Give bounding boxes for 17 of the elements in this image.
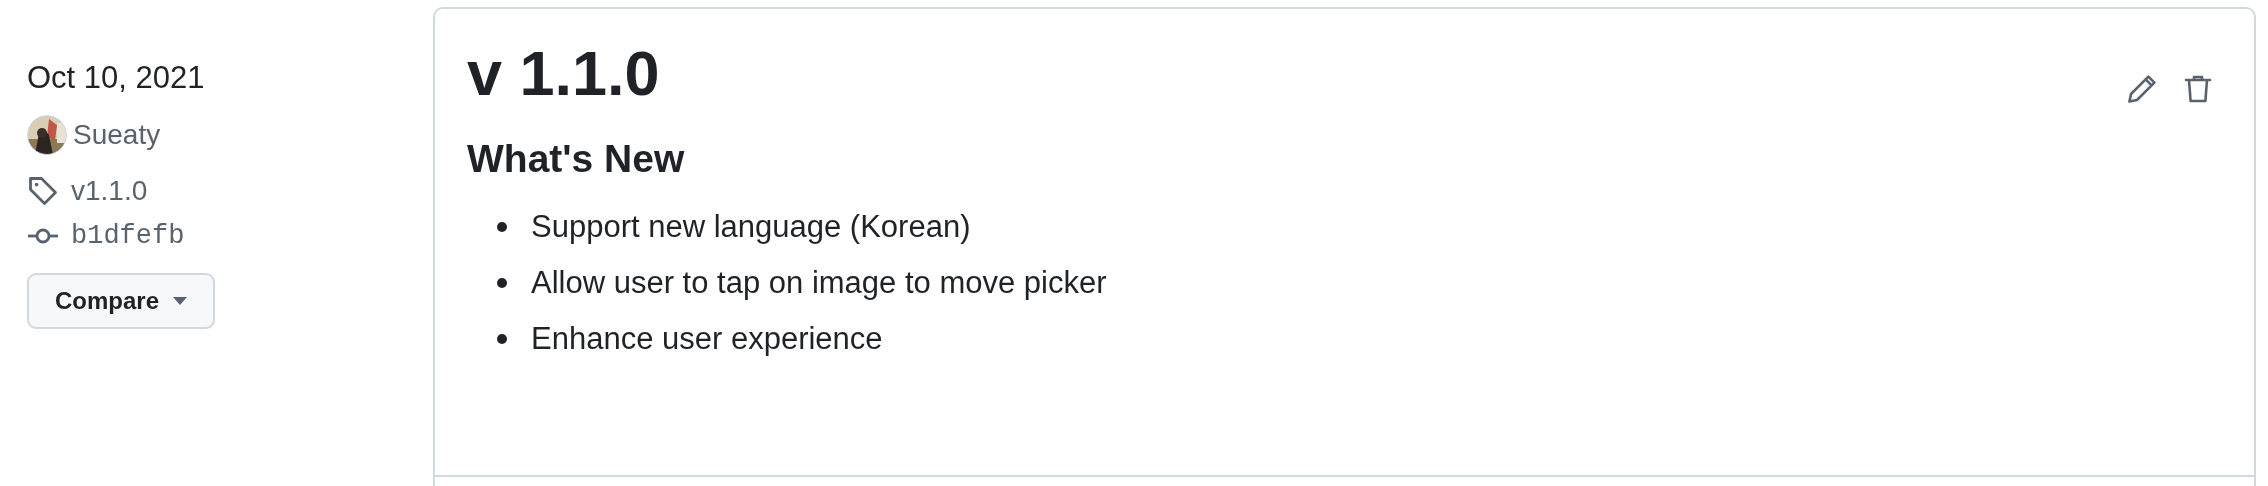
tag-icon xyxy=(27,175,59,207)
bullet-icon xyxy=(497,278,507,288)
pencil-icon[interactable] xyxy=(2126,73,2158,105)
author-link[interactable]: Sueaty xyxy=(73,114,161,156)
list-item: Support new language (Korean) xyxy=(531,208,971,246)
tag-link[interactable]: v1.1.0 xyxy=(71,170,148,212)
caret-icon xyxy=(173,296,188,305)
section-heading: What's New xyxy=(467,136,686,182)
commit-link[interactable]: b1dfefb xyxy=(71,216,185,257)
list-item: Enhance user experience xyxy=(531,320,883,358)
trash-icon[interactable] xyxy=(2182,73,2214,105)
bullet-icon xyxy=(497,334,507,344)
release-title: v 1.1.0 xyxy=(467,37,660,110)
bullet-icon xyxy=(497,222,507,232)
list-item: Allow user to tap on image to move picker xyxy=(531,264,1107,302)
release-date: Oct 10, 2021 xyxy=(27,59,205,97)
compare-button[interactable]: Compare xyxy=(27,272,216,329)
